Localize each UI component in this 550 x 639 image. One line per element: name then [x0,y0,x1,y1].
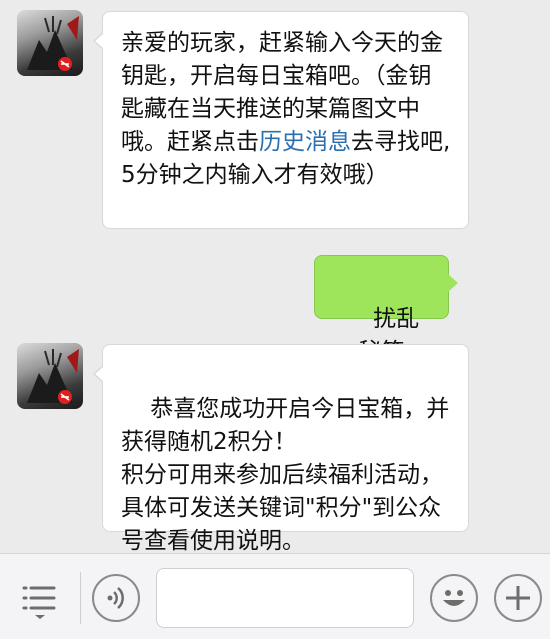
voice-icon [107,587,124,609]
incoming-message-bubble[interactable]: 亲爱的玩家，赶紧输入今天的金钥匙，开启每日宝箱吧。（金钥匙藏在当天推送的某篇图文… [93,11,469,229]
plus-icon [506,586,530,610]
history-messages-link[interactable]: 历史消息 [259,129,351,155]
menu-list-icon[interactable] [20,580,60,620]
voice-button[interactable] [92,574,140,622]
message-text: 恭喜您成功开启今日宝箱，并获得随机2积分！ 积分可用来参加后续福利活动，具体可发… [121,396,450,554]
chat-area: 亲爱的玩家，赶紧输入今天的金钥匙，开启每日宝箱吧。（金钥匙藏在当天推送的某篇图文… [0,0,550,554]
game-avatar-icon [27,349,79,404]
divider [80,572,81,624]
message-input[interactable] [156,568,414,628]
chat-input-bar [0,553,550,639]
emoji-button[interactable] [430,574,478,622]
emoji-icon [443,590,465,606]
sender-avatar[interactable] [17,343,83,409]
game-avatar-icon [27,16,79,71]
sender-avatar[interactable] [17,10,83,76]
outgoing-message-bubble[interactable]: 扰乱秘策 [314,255,458,365]
incoming-message-bubble[interactable]: 恭喜您成功开启今日宝箱，并获得随机2积分！ 积分可用来参加后续福利活动，具体可发… [93,344,469,554]
plus-button[interactable] [494,574,542,622]
